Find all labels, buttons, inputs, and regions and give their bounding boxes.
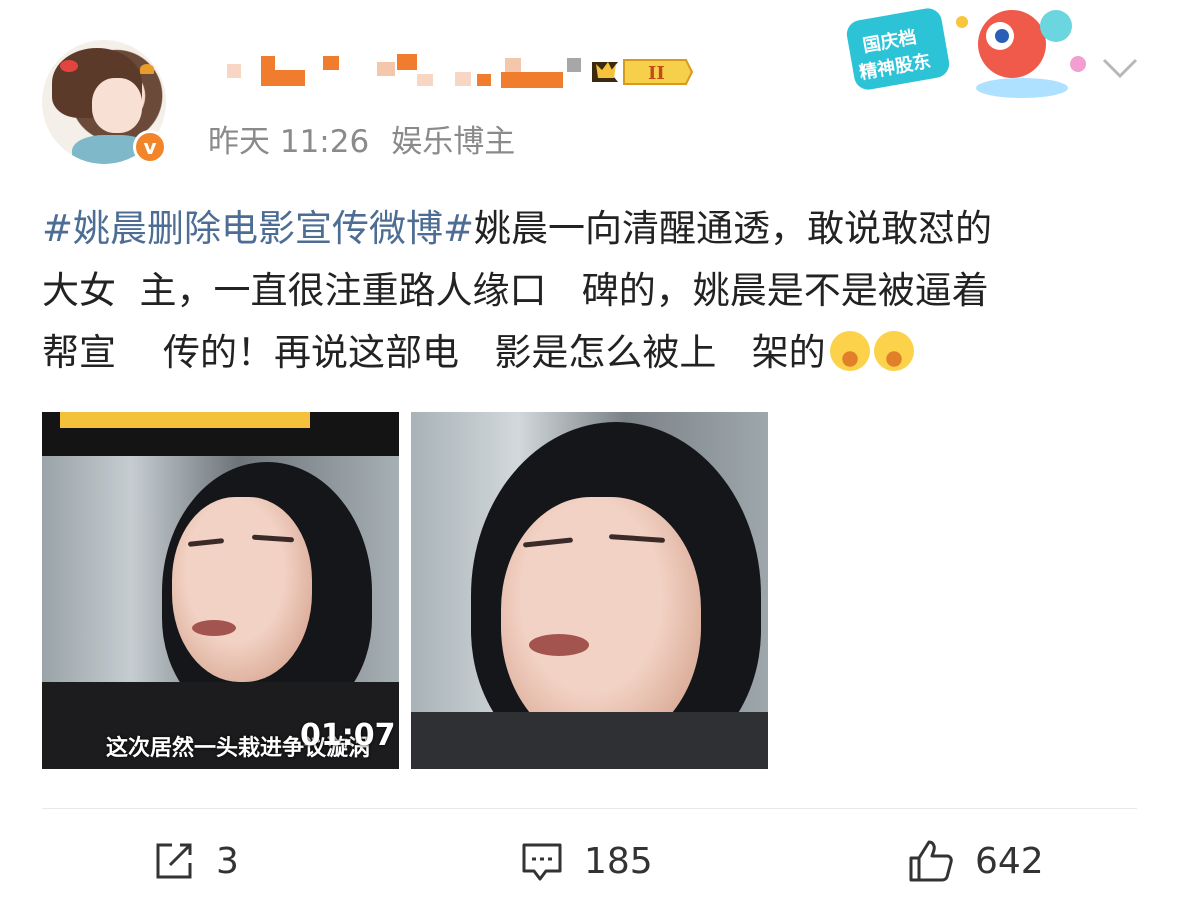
share-count: 3: [216, 840, 239, 882]
mask-block: [261, 56, 275, 86]
mask-block: [397, 54, 417, 70]
verified-icon: v: [133, 130, 167, 164]
mask-block: [417, 74, 433, 86]
video-timer: 01:07: [300, 718, 396, 753]
like-count: 642: [975, 840, 1044, 882]
lips: [529, 634, 589, 656]
share-icon: [156, 843, 192, 879]
mask-block: [567, 58, 581, 72]
comment-button[interactable]: 185: [520, 836, 653, 886]
post-line-3: 帮宣 传的！再说这部电 影是怎么被上 架的: [42, 331, 826, 374]
mask-block: [455, 72, 471, 86]
comment-count: 185: [584, 840, 653, 882]
post-line-1: 姚晨一向清醒通透，敢说敢怼的: [474, 207, 993, 250]
mask-block: [501, 72, 563, 88]
image-bottom-shade: [411, 712, 768, 769]
mask-block: [505, 58, 521, 72]
holiday-sticker-icon: 国庆档 精神股东: [846, 8, 1086, 98]
mask-block: [227, 64, 241, 78]
thumbs-up-icon: [909, 840, 953, 882]
like-button[interactable]: 642: [907, 836, 1044, 886]
username-masked[interactable]: [205, 52, 583, 92]
lips: [192, 620, 236, 636]
chevron-down-icon[interactable]: [1100, 54, 1140, 80]
post-text: #姚晨删除电影宣传微博#姚晨一向清醒通透，敢说敢怼的 大女 主，一直很注重路人缘…: [42, 198, 1152, 384]
avatar-face: [92, 78, 142, 133]
rank-badge-icon[interactable]: II: [588, 56, 694, 88]
mask-block: [275, 70, 305, 86]
laugh-cry-emoji-icon: [829, 331, 870, 371]
mask-block: [477, 74, 491, 86]
post-image-1[interactable]: 这次居然一头栽进争议漩涡 01:07: [42, 412, 399, 769]
divider: [42, 808, 1137, 809]
image-top-banner: [60, 412, 310, 428]
comment-icon: [522, 843, 562, 881]
user-category: 娱乐博主: [391, 124, 516, 160]
post-meta: 昨天 11:26 娱乐博主: [208, 116, 537, 161]
post-line-2: 大女 主，一直很注重路人缘口 碑的，姚晨是不是被逼着: [42, 269, 989, 312]
post-image-2[interactable]: [411, 412, 768, 769]
post-time: 昨天 11:26: [208, 124, 370, 160]
share-button[interactable]: 3: [152, 836, 239, 886]
mask-block: [323, 56, 339, 70]
mask-block: [377, 62, 395, 76]
face-shape: [501, 497, 701, 747]
hashtag-link[interactable]: #姚晨删除电影宣传微博#: [42, 207, 474, 250]
face-shape: [172, 497, 312, 682]
rank-badge-text: II: [648, 63, 665, 84]
butterfly-icon: [140, 64, 154, 74]
laugh-cry-emoji-icon: [873, 331, 914, 371]
avatar-bow: [60, 60, 78, 72]
